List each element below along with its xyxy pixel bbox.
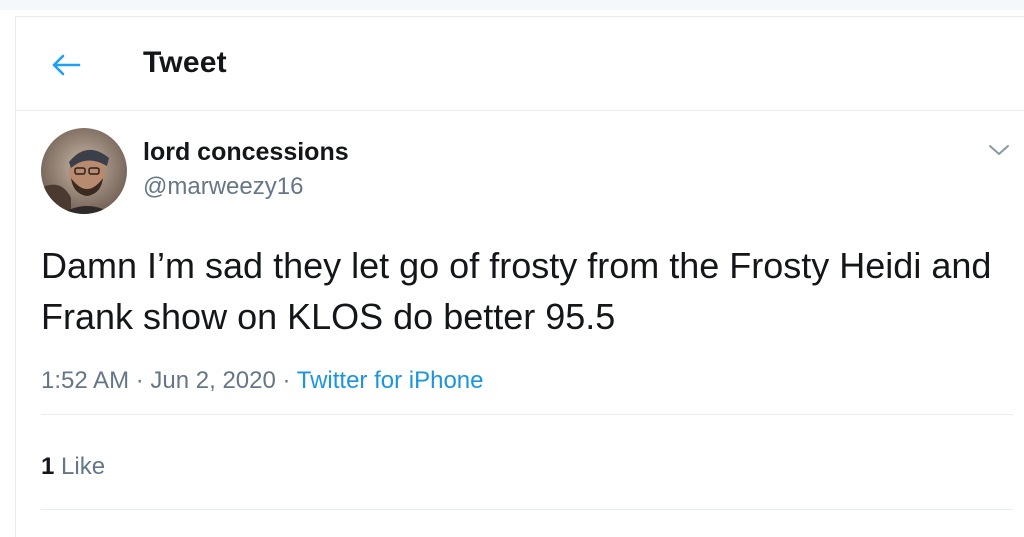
likes-label: Like [61, 453, 106, 480]
divider [41, 414, 1013, 415]
tweet-menu-button[interactable] [984, 135, 1014, 165]
avatar[interactable] [41, 128, 127, 214]
browser-top-strip [0, 0, 1024, 10]
tweet-column: Tweet lord concessions @marweezy16 Damn … [15, 16, 1024, 537]
likes-link[interactable]: 1 Like [41, 453, 105, 481]
likes-count: 1 [41, 453, 55, 480]
meta-separator: · [135, 367, 144, 394]
chevron-down-icon [989, 145, 1009, 155]
tweet-source-link[interactable]: Twitter for iPhone [297, 367, 484, 394]
author-handle[interactable]: @marweezy16 [143, 173, 303, 201]
page-header: Tweet [16, 17, 1024, 111]
page-title: Tweet [143, 46, 227, 79]
arrow-left-icon [52, 54, 81, 76]
author-display-name[interactable]: lord concessions [143, 138, 349, 167]
profile-photo [41, 128, 127, 214]
divider [41, 509, 1013, 510]
tweet-meta: 1:52 AM · Jun 2, 2020 · Twitter for iPho… [41, 367, 484, 395]
tweet-time[interactable]: 1:52 AM [41, 367, 129, 394]
meta-separator: · [282, 367, 291, 394]
tweet-text: Damn I’m sad they let go of frosty from … [41, 245, 992, 337]
back-button[interactable] [46, 45, 86, 85]
tweet-date[interactable]: Jun 2, 2020 [150, 367, 275, 394]
